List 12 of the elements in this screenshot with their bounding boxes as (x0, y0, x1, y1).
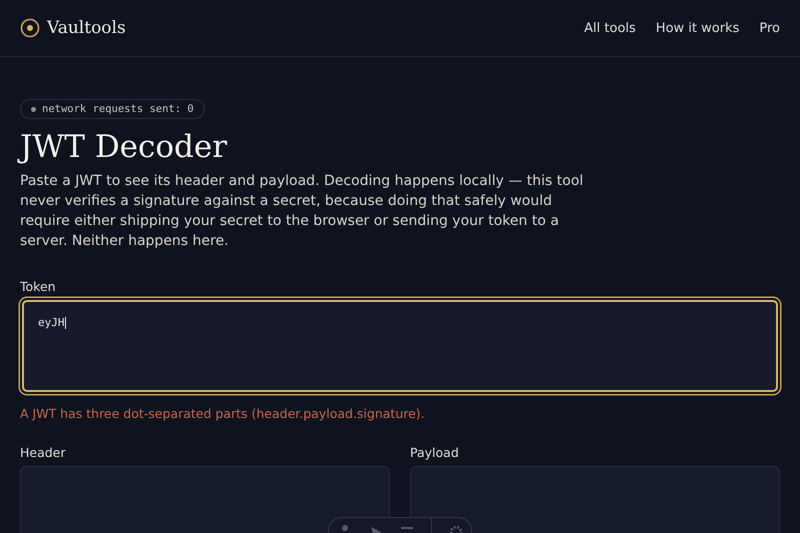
brand-name[interactable]: Vaultools (47, 18, 126, 38)
nav-link[interactable]: How it works (656, 20, 740, 36)
status-text: network requests sent: 0 (42, 103, 194, 115)
error-message: A JWT has three dot-separated parts (header.payload.signature). (20, 406, 426, 421)
nav-link[interactable]: Pro (759, 20, 780, 36)
status-dot-icon (31, 106, 36, 112)
panel-label: Payload (410, 445, 460, 460)
logo-icon (20, 18, 40, 38)
panel-label: Header (20, 445, 67, 460)
intro-text: Paste a JWT to see its header and payload. Decoding happens locally — this tool never verifies a signature against a secret, because doing that safely would require either shipping your secret to the browser or sending your token to a server. Neither happens here. (20, 172, 584, 251)
nav-link[interactable]: All tools (584, 20, 636, 36)
field-label: Token (20, 279, 57, 294)
